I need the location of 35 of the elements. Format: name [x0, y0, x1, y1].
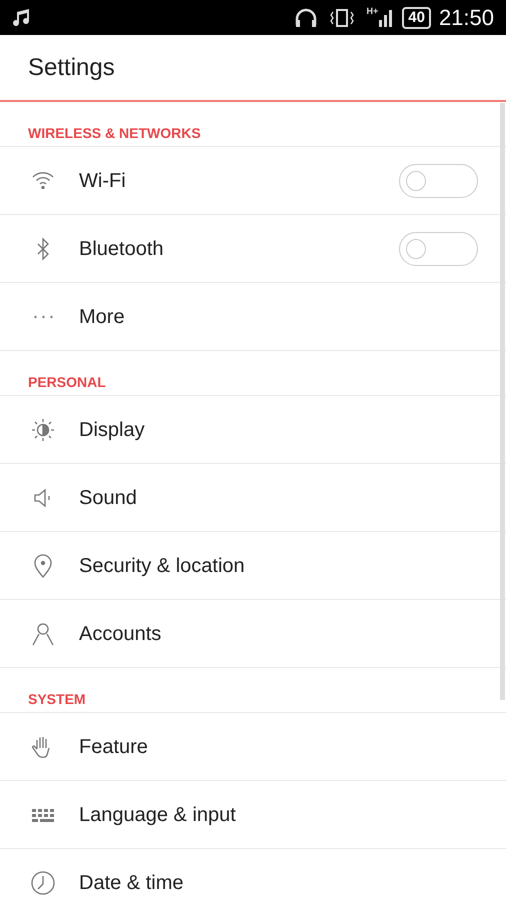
settings-item[interactable]: More [0, 283, 506, 351]
settings-item[interactable]: Display [0, 396, 506, 464]
item-label: Language & input [79, 802, 237, 828]
music-note-icon [12, 8, 32, 28]
toggle-switch[interactable] [399, 232, 478, 266]
item-label: Wi-Fi [79, 168, 127, 194]
settings-item[interactable]: Bluetooth [0, 215, 506, 283]
person-icon [30, 620, 56, 646]
toggle-switch[interactable] [399, 164, 478, 198]
settings-item[interactable]: Date & time [0, 849, 506, 900]
battery-level: 40 [402, 6, 431, 28]
settings-item[interactable]: Feature [0, 713, 506, 781]
more-icon [32, 314, 54, 318]
page-title: Settings [28, 52, 115, 82]
clock-icon [30, 870, 56, 896]
item-label: Feature [79, 734, 149, 760]
item-label: Date & time [79, 870, 184, 896]
item-label: Security & location [79, 554, 246, 578]
settings-item[interactable]: Language & input [0, 781, 506, 849]
item-label: Sound [79, 486, 138, 510]
settings-item[interactable]: Sound [0, 464, 506, 532]
settings-item[interactable]: Wi-Fi [0, 147, 506, 215]
section-header: SYSTEM [28, 690, 86, 709]
brightness-icon [30, 416, 56, 442]
item-label: Display [79, 418, 146, 442]
settings-item[interactable]: Security & location [0, 532, 506, 600]
section-header: PERSONAL [28, 373, 106, 392]
item-label: Bluetooth [79, 236, 165, 262]
settings-item[interactable]: Accounts [0, 600, 506, 668]
item-label: Accounts [79, 622, 162, 646]
section-header: WIRELESS & NETWORKS [28, 124, 201, 143]
headphones-icon [294, 6, 318, 28]
item-label: More [79, 304, 126, 330]
network-type-label: H+ [366, 7, 378, 16]
clock-time: 21:50 [438, 4, 494, 32]
